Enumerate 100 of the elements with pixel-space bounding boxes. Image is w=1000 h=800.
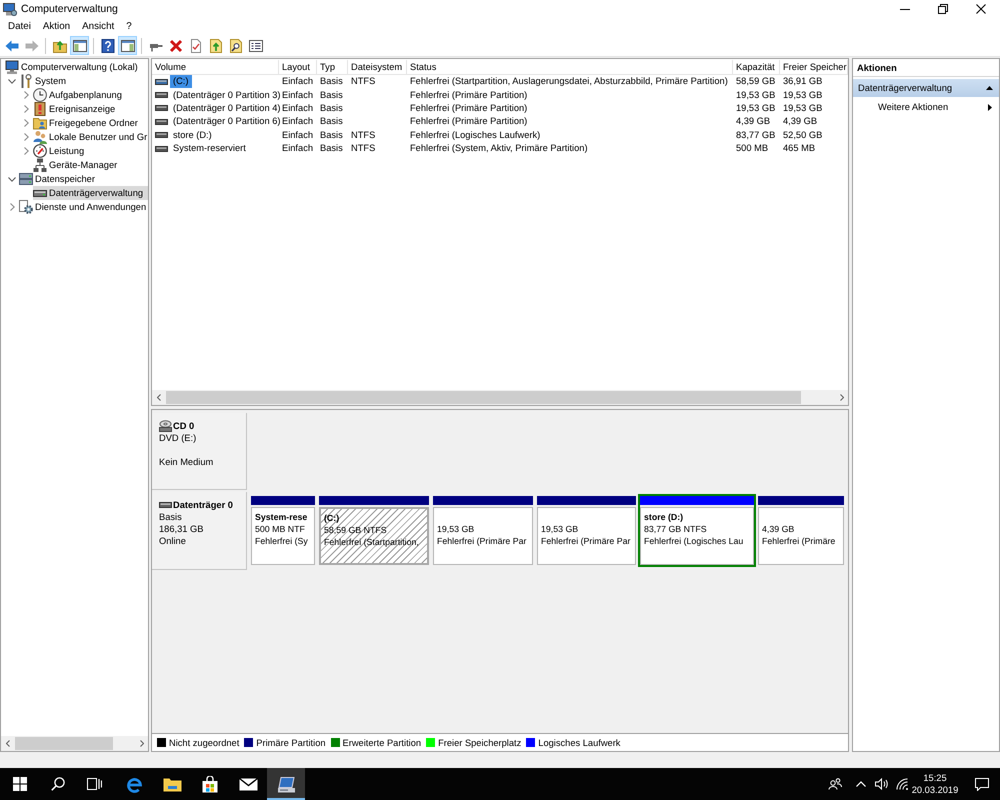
table-cell-text: 19,53 GB — [735, 102, 776, 115]
table-cell-text: Fehlerfrei (Startpartition, Auslagerungsdatei, Absturzabbild, Primäre Partition) — [409, 75, 728, 88]
disk-status: Kein Medium — [159, 456, 214, 468]
disk-drive-icon — [159, 502, 172, 508]
partition-size: 500 MB NTF — [255, 523, 305, 535]
tree-item[interactable]: Geräte-Manager — [33, 158, 120, 172]
column-header[interactable]: Typ — [317, 60, 348, 74]
tree-item[interactable]: Lokale Benutzer und Gr — [33, 130, 148, 144]
tree-item[interactable]: Computerverwaltung (Lokal) — [5, 60, 140, 74]
scrollbar-thumb[interactable] — [15, 737, 113, 750]
table-cell[interactable]: (Datenträger 0 Partition 6) — [170, 115, 284, 128]
chevron-right-icon[interactable] — [24, 119, 28, 127]
legend-label: Nicht zugeordnet — [169, 738, 240, 748]
chevron-right-icon[interactable] — [10, 203, 14, 211]
partition-name: store (D:) — [644, 511, 684, 523]
partition-body[interactable]: System-rese 500 MB NTF Fehlerfrei (Sy — [251, 507, 315, 565]
folder-icon — [33, 116, 47, 130]
clock-button[interactable]: 15:25 20.03.2019 — [912, 768, 958, 800]
menu-item[interactable]: ? — [120, 19, 138, 34]
cd-drive-icon — [159, 420, 172, 432]
table-cell-text: Fehlerfrei (Primäre Partition) — [409, 102, 528, 115]
table-cell-text: 83,77 GB — [735, 128, 776, 142]
drive-stack-icon — [19, 172, 33, 186]
column-header[interactable]: Layout — [279, 60, 317, 74]
table-cell-text: Einfach — [281, 128, 314, 142]
table-cell-text: 4,39 GB — [782, 115, 818, 128]
action-item[interactable]: Weitere Aktionen — [853, 98, 999, 116]
table-cell-text: 19,53 GB — [735, 88, 776, 102]
column-header[interactable]: Kapazität — [733, 60, 780, 74]
partition-body[interactable]: 4,39 GB Fehlerfrei (Primäre — [758, 507, 844, 565]
drive-icon — [155, 105, 168, 112]
chevron-down-icon[interactable] — [8, 176, 16, 182]
drive-icon — [155, 146, 168, 152]
table-cell-text: 52,50 GB — [782, 128, 822, 142]
partition-status: Fehlerfrei (Logisches Lau — [644, 535, 744, 547]
column-header[interactable]: Status — [407, 60, 733, 74]
tree-item[interactable]: Datenträgerverwaltung — [33, 186, 148, 200]
chevron-up-icon — [856, 781, 866, 787]
console-tree-button[interactable] — [70, 36, 89, 55]
clock-icon — [33, 88, 47, 102]
drive-icon — [155, 118, 168, 125]
table-cell[interactable]: (Datenträger 0 Partition 4) — [170, 102, 284, 115]
table-cell[interactable]: (Datenträger 0 Partition 3) — [170, 88, 284, 102]
disk-type: DVD (E:) — [159, 432, 196, 444]
legend-label: Erweiterte Partition — [342, 738, 422, 748]
table-cell[interactable]: (C:) — [170, 75, 192, 88]
document-search-icon — [228, 38, 242, 52]
table-cell-text: Fehlerfrei (System, Aktiv, Primäre Partition) — [409, 142, 588, 156]
envelope-icon — [238, 778, 258, 790]
partition-size: 19,53 GB — [437, 523, 474, 535]
column-header[interactable]: Volume — [152, 60, 279, 74]
tree-item[interactable]: Dienste und Anwendungen — [19, 200, 148, 214]
partition-body[interactable]: store (D:) 83,77 GB NTFS Fehlerfrei (Logisches Lau — [640, 507, 754, 565]
chevron-right-icon[interactable] — [24, 133, 28, 141]
partition-status: Fehlerfrei (Primäre — [762, 535, 836, 547]
column-header[interactable]: Dateisystem — [348, 60, 407, 74]
wifi-icon — [896, 778, 908, 790]
right-arrow-icon — [24, 38, 38, 52]
drive-icon — [155, 92, 168, 98]
menu-item[interactable]: Ansicht — [76, 19, 120, 34]
section-header-button[interactable]: Datenträgerverwaltung — [853, 79, 999, 97]
notification-icon — [975, 778, 989, 790]
partition-size: 19,53 GB — [541, 523, 578, 535]
tree-item[interactable]: Leistung — [33, 144, 86, 158]
table-cell-text: Fehlerfrei (Primäre Partition) — [409, 115, 528, 128]
pane-icon — [120, 38, 134, 52]
taskbar-app-button[interactable] — [267, 768, 305, 800]
table-cell-text: Einfach — [281, 142, 314, 156]
partition-body[interactable]: 19,53 GB Fehlerfrei (Primäre Par — [433, 507, 533, 565]
tree-item[interactable]: Ereignisanzeige — [33, 102, 118, 116]
partition-size: 4,39 GB — [762, 523, 794, 535]
tree-item[interactable]: System — [19, 74, 68, 88]
table-cell-text: Fehlerfrei (Logisches Laufwerk) — [409, 128, 540, 142]
menu-item[interactable]: Aktion — [36, 19, 76, 34]
action-pane-button[interactable] — [118, 36, 137, 55]
legend-label: Freier Speicherplatz — [438, 738, 522, 748]
computer-icon — [276, 776, 296, 792]
tree-item[interactable]: Freigegebene Ordner — [33, 116, 140, 130]
table-cell[interactable]: System-reserviert — [170, 142, 249, 156]
partition-body[interactable]: 19,53 GB Fehlerfrei (Primäre Par — [537, 507, 636, 565]
chevron-right-icon[interactable] — [24, 147, 28, 155]
table-cell-text: 19,53 GB — [782, 88, 822, 102]
table-cell-text: 465 MB — [782, 142, 816, 156]
menu-item[interactable]: Datei — [2, 19, 37, 34]
speaker-icon — [875, 778, 889, 790]
triangle-right-icon — [988, 104, 992, 110]
table-cell-text: Basis — [319, 128, 343, 142]
column-header[interactable]: Freier Speicher — [780, 60, 848, 74]
tree-item[interactable]: Datenspeicher — [19, 172, 97, 186]
disk-name: CD 0 — [173, 420, 194, 432]
chevron-down-icon[interactable] — [8, 78, 16, 84]
chevron-right-icon[interactable] — [24, 91, 28, 99]
chevron-right-icon[interactable] — [24, 105, 28, 113]
disk-size: 186,31 GB — [159, 523, 204, 535]
scrollbar-thumb[interactable] — [166, 391, 801, 404]
table-cell[interactable]: store (D:) — [170, 128, 215, 142]
tree-item[interactable]: Aufgabenplanung — [33, 88, 124, 102]
table-cell-text: 19,53 GB — [782, 102, 822, 115]
chevron-right-icon — [140, 740, 144, 747]
partition-body[interactable]: (C:) 58,59 GB NTFS Fehlerfrei (Startpartition, — [319, 507, 429, 565]
